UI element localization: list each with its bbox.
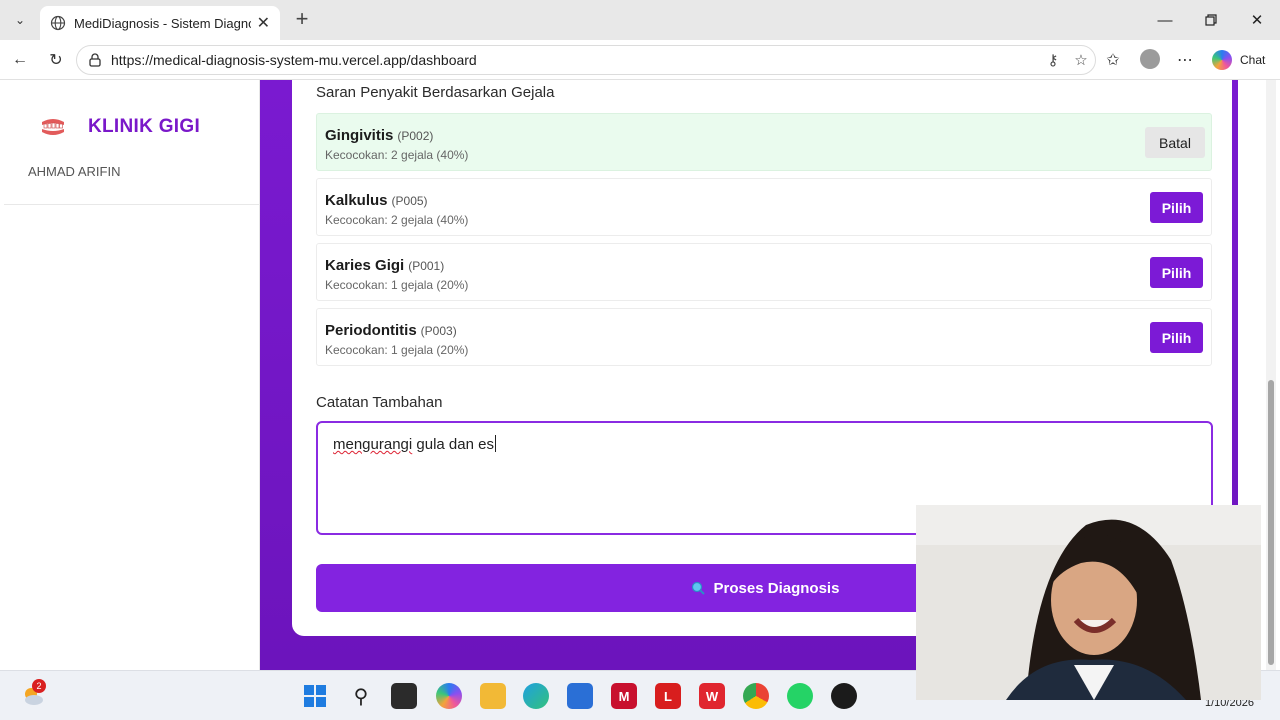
mcafee-icon[interactable]: M: [611, 683, 637, 709]
copilot-chat-button[interactable]: Chat: [1206, 46, 1271, 74]
edge-icon[interactable]: [523, 683, 549, 709]
tab-title: MediDiagnosis - Sistem Diagnosis: [74, 15, 251, 31]
disease-match: Kecocokan: 2 gejala (40%): [325, 148, 469, 162]
more-menu-icon[interactable]: ⋯: [1173, 48, 1197, 72]
text-caret: [494, 435, 496, 452]
browser-tab[interactable]: MediDiagnosis - Sistem Diagnosis ✕: [40, 6, 280, 40]
address-bar[interactable]: https://medical-diagnosis-system-mu.verc…: [76, 45, 1096, 75]
disease-name: Gingivitis: [325, 127, 394, 144]
site-info-icon[interactable]: [87, 52, 103, 68]
page-scrollbar[interactable]: [1266, 80, 1276, 670]
disease-item: Periodontitis (P003) Kecocokan: 1 gejala …: [316, 308, 1212, 366]
magnifier-icon: [691, 581, 705, 595]
select-button[interactable]: Pilih: [1150, 257, 1203, 288]
disease-code: (P001): [408, 259, 445, 273]
refresh-icon[interactable]: ↻: [44, 48, 68, 72]
notes-text: gula dan es: [412, 436, 494, 453]
url-text: https://medical-diagnosis-system-mu.verc…: [111, 52, 477, 68]
globe-icon: [50, 15, 66, 31]
disease-item: Gingivitis (P002) Kecocokan: 2 gejala (40…: [316, 113, 1212, 171]
notes-text-misspelled: mengurangi: [333, 436, 413, 453]
restore-glyph: [1205, 14, 1217, 26]
scrollbar-thumb[interactable]: [1268, 380, 1274, 665]
disease-name: Kalkulus: [325, 192, 388, 209]
new-tab-icon[interactable]: +: [290, 8, 314, 32]
webcam-overlay: [916, 505, 1261, 700]
tab-list-chevron-icon[interactable]: ⌄: [8, 8, 32, 32]
tab-strip: ⌄ MediDiagnosis - Sistem Diagnosis ✕ + —…: [0, 0, 1280, 40]
sidebar-divider: [4, 204, 260, 205]
key-icon[interactable]: ⚷: [1039, 51, 1067, 69]
close-window-icon[interactable]: ✕: [1242, 8, 1272, 32]
chrome-icon[interactable]: [743, 683, 769, 709]
minimize-icon[interactable]: —: [1150, 8, 1180, 32]
user-name: AHMAD ARIFIN: [28, 164, 121, 179]
windows-logo-glyph: [304, 685, 326, 707]
browser-toolbar: ← ↻ https://medical-diagnosis-system-mu.…: [0, 40, 1280, 80]
disease-item: Karies Gigi (P001) Kecocokan: 1 gejala (2…: [316, 243, 1212, 301]
brand-name: KLINIK GIGI: [88, 116, 201, 137]
store-icon[interactable]: [567, 683, 593, 709]
presenter-video-image: [916, 505, 1261, 700]
notes-label: Catatan Tambahan: [316, 394, 443, 411]
app-icon[interactable]: [831, 683, 857, 709]
start-icon[interactable]: [302, 683, 328, 709]
disease-name: Karies Gigi: [325, 257, 405, 274]
file-explorer-icon[interactable]: [480, 683, 506, 709]
disease-name: Periodontitis: [325, 322, 417, 339]
disease-match: Kecocokan: 1 gejala (20%): [325, 343, 469, 357]
notification-badge: 2: [32, 679, 46, 693]
select-button[interactable]: Pilih: [1150, 192, 1203, 223]
favorite-star-icon[interactable]: ☆: [1067, 51, 1095, 69]
copilot-taskbar-icon[interactable]: [436, 683, 462, 709]
copilot-icon: [1212, 50, 1232, 70]
select-button[interactable]: Pilih: [1150, 322, 1203, 353]
teeth-logo-icon: [42, 119, 64, 135]
profile-avatar[interactable]: [1140, 49, 1160, 69]
search-icon[interactable]: ⚲: [348, 683, 374, 709]
favorites-icon[interactable]: ✩: [1101, 48, 1125, 72]
disease-match: Kecocokan: 2 gejala (40%): [325, 213, 469, 227]
task-view-icon[interactable]: [391, 683, 417, 709]
cancel-button[interactable]: Batal: [1145, 127, 1205, 158]
disease-code: (P002): [397, 129, 434, 143]
disease-code: (P003): [420, 324, 457, 338]
disease-item: Kalkulus (P005) Kecocokan: 2 gejala (40%)…: [316, 178, 1212, 236]
disease-code: (P005): [391, 194, 428, 208]
sidebar: KLINIK GIGI AHMAD ARIFIN: [4, 80, 260, 670]
wps-icon[interactable]: W: [699, 683, 725, 709]
chat-label: Chat: [1240, 53, 1266, 67]
disease-match: Kecocokan: 1 gejala (20%): [325, 278, 469, 292]
process-label: Proses Diagnosis: [713, 579, 840, 597]
tab-close-icon[interactable]: ✕: [257, 13, 270, 33]
brand: KLINIK GIGI: [40, 116, 200, 138]
restore-icon[interactable]: [1196, 8, 1226, 32]
l-app-icon[interactable]: L: [655, 683, 681, 709]
whatsapp-icon[interactable]: [787, 683, 813, 709]
back-icon[interactable]: ←: [8, 48, 32, 72]
suggestions-title: Saran Penyakit Berdasarkan Gejala: [316, 84, 555, 101]
